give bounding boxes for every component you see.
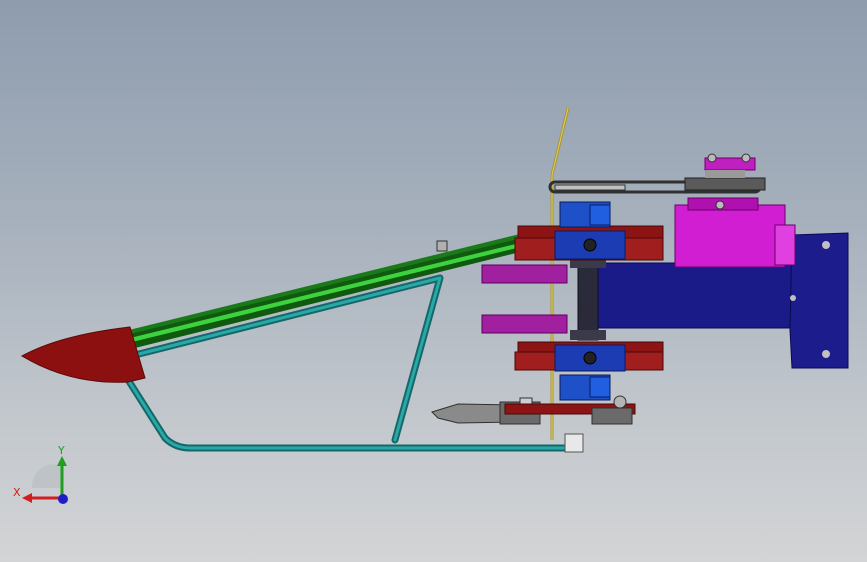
cad-viewport[interactable]: Y X bbox=[0, 0, 867, 562]
upper-clamp bbox=[514, 201, 664, 261]
axis-triad: Y X bbox=[13, 444, 68, 504]
gearbox bbox=[674, 153, 796, 268]
arm-upper bbox=[481, 264, 568, 284]
tube-bolt bbox=[436, 240, 448, 252]
arm-lower bbox=[481, 314, 568, 334]
assembly-model[interactable] bbox=[0, 0, 867, 562]
triad-y-label: Y bbox=[57, 444, 65, 457]
lower-clamp bbox=[514, 341, 664, 401]
frame-end-block bbox=[564, 433, 584, 453]
drive-belt bbox=[548, 177, 766, 194]
triad-x-label: X bbox=[13, 486, 21, 499]
shaft-tube bbox=[128, 232, 536, 348]
handle-tip bbox=[21, 326, 146, 383]
